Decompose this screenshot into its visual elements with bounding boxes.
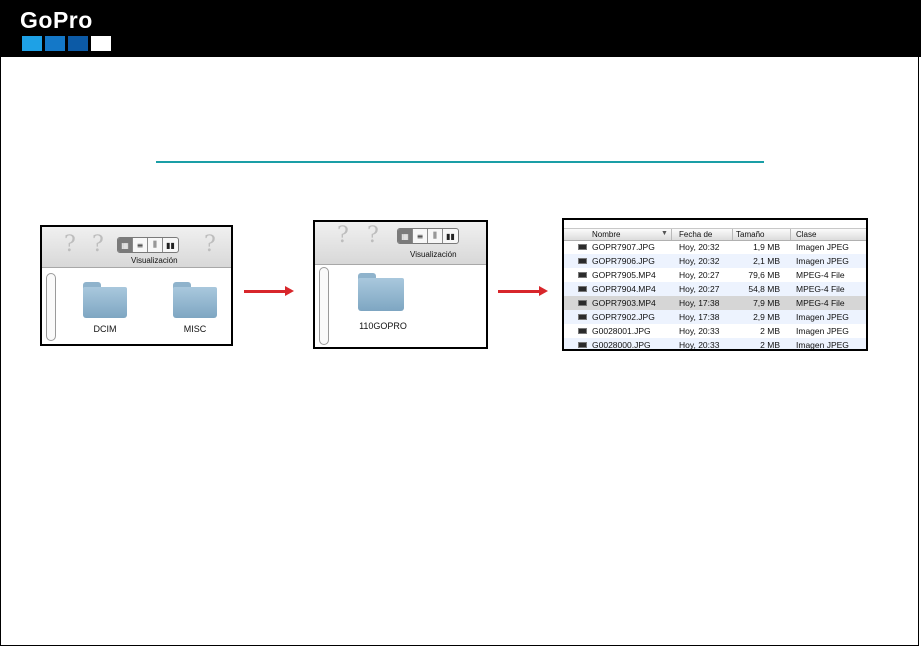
file-name: GOPR7905.MP4: [592, 270, 656, 280]
view-mode-control: ▦ ≡ ⫼ ▮▮: [117, 237, 179, 253]
file-name: GOPR7902.JPG: [592, 312, 655, 322]
file-name: G0028000.JPG: [592, 340, 651, 350]
file-name: GOPR7904.MP4: [592, 284, 656, 294]
file-kind: MPEG-4 File: [796, 284, 845, 294]
folder-icon[interactable]: [358, 273, 404, 311]
file-date: Hoy, 17:38: [679, 298, 720, 308]
arrow-right-icon: [244, 286, 294, 296]
file-name: GOPR7906.JPG: [592, 256, 655, 266]
view-label: Visualización: [131, 256, 178, 265]
coverflow-view-icon[interactable]: ▮▮: [163, 238, 178, 252]
logo-square-1: [22, 36, 42, 51]
file-thumbnail-icon: [578, 244, 587, 250]
vertical-scrollbar[interactable]: [319, 267, 329, 345]
vertical-scrollbar[interactable]: [46, 273, 56, 341]
view-label: Visualización: [410, 250, 457, 259]
file-name: GOPR7907.JPG: [592, 242, 655, 252]
file-row[interactable]: GOPR7907.JPG Hoy, 20:32 1,9 MB Imagen JPEG: [564, 240, 866, 254]
file-kind: MPEG-4 File: [796, 270, 845, 280]
file-row[interactable]: GOPR7902.JPG Hoy, 17:38 2,9 MB Imagen JPEG: [564, 310, 866, 324]
file-kind: Imagen JPEG: [796, 256, 849, 266]
cut-off-header-text: ▔▔▔▔▔▔▔▔▔▔▔▔: [754, 218, 828, 226]
finder-toolbar: ? ? ▦ ≡ ⫼ ▮▮ ? Visualización: [42, 227, 231, 268]
file-size: 2,1 MB: [753, 256, 780, 266]
file-row[interactable]: GOPR7906.JPG Hoy, 20:32 2,1 MB Imagen JPEG: [564, 254, 866, 268]
file-kind: MPEG-4 File: [796, 298, 845, 308]
file-name: G0028001.JPG: [592, 326, 651, 336]
folder-icon[interactable]: [173, 282, 217, 318]
finder-window-root: ? ? ▦ ≡ ⫼ ▮▮ ? Visualización DCIM MISC: [40, 225, 233, 346]
logo-square-3: [68, 36, 88, 51]
file-thumbnail-icon: [578, 272, 587, 278]
logo-square-4: [91, 36, 111, 51]
gopro-logo: GoPro: [20, 7, 116, 51]
list-view-icon[interactable]: ≡: [413, 229, 428, 243]
logo-square-2: [45, 36, 65, 51]
file-kind: Imagen JPEG: [796, 312, 849, 322]
column-view-icon[interactable]: ⫼: [428, 229, 443, 243]
file-row[interactable]: G0028000.JPG Hoy, 20:33 2 MB Imagen JPEG: [564, 338, 866, 350]
file-thumbnail-icon: [578, 300, 587, 306]
view-mode-control: ▦ ≡ ⫼ ▮▮: [397, 228, 459, 244]
file-size: 1,9 MB: [753, 242, 780, 252]
help-icon[interactable]: ?: [367, 225, 379, 247]
file-thumbnail-icon: [578, 314, 587, 320]
finder-toolbar: ? ? ▦ ≡ ⫼ ▮▮ Visualización: [315, 222, 486, 265]
folder-label-110gopro[interactable]: 110GOPRO: [353, 321, 413, 331]
column-view-icon[interactable]: ⫼: [148, 238, 163, 252]
file-size: 7,9 MB: [753, 298, 780, 308]
help-icon[interactable]: ?: [92, 234, 104, 256]
header-bar: GoPro: [0, 0, 921, 57]
icon-view-icon[interactable]: ▦: [118, 238, 133, 252]
folder-label-dcim[interactable]: DCIM: [83, 324, 127, 334]
arrow-right-icon: [498, 286, 548, 296]
sort-descending-icon[interactable]: ▼: [661, 230, 668, 237]
file-date: Hoy, 20:27: [679, 270, 720, 280]
finder-window-dcim: ? ? ▦ ≡ ⫼ ▮▮ Visualización 110GOPRO: [313, 220, 488, 349]
finder-list-window: ▔▔▔▔▔▔▔ ▔▔▔▔▔▔▔▔▔▔▔▔ Nombre ▼ Fecha de T…: [562, 218, 868, 351]
file-row[interactable]: GOPR7904.MP4 Hoy, 20:27 54,8 MB MPEG-4 File: [564, 282, 866, 296]
file-size: 79,6 MB: [748, 270, 780, 280]
coverflow-view-icon[interactable]: ▮▮: [443, 229, 458, 243]
folder-icon[interactable]: [83, 282, 127, 318]
list-view-icon[interactable]: ≡: [133, 238, 148, 252]
title-underline: [156, 161, 764, 163]
logo-wordmark: GoPro: [20, 7, 93, 33]
file-kind: Imagen JPEG: [796, 326, 849, 336]
file-date: Hoy, 20:32: [679, 256, 720, 266]
file-date: Hoy, 20:33: [679, 326, 720, 336]
file-size: 2,9 MB: [753, 312, 780, 322]
file-size: 54,8 MB: [748, 284, 780, 294]
help-icon[interactable]: ?: [64, 234, 76, 256]
cut-off-header-text: ▔▔▔▔▔▔▔: [622, 218, 666, 226]
file-name: GOPR7903.MP4: [592, 298, 656, 308]
file-date: Hoy, 20:33: [679, 340, 720, 350]
file-date: Hoy, 20:27: [679, 284, 720, 294]
file-kind: Imagen JPEG: [796, 242, 849, 252]
file-thumbnail-icon: [578, 342, 587, 348]
column-header-size[interactable]: Tamaño: [736, 230, 764, 239]
file-thumbnail-icon: [578, 328, 587, 334]
file-size: 2 MB: [760, 326, 780, 336]
file-row[interactable]: G0028001.JPG Hoy, 20:33 2 MB Imagen JPEG: [564, 324, 866, 338]
file-size: 2 MB: [760, 340, 780, 350]
column-header-kind[interactable]: Clase: [796, 230, 816, 239]
folder-label-misc[interactable]: MISC: [173, 324, 217, 334]
file-thumbnail-icon: [578, 286, 587, 292]
icon-view-icon[interactable]: ▦: [398, 229, 413, 243]
file-kind: Imagen JPEG: [796, 340, 849, 350]
column-header-name[interactable]: Nombre: [592, 230, 620, 239]
file-row[interactable]: GOPR7903.MP4 Hoy, 17:38 7,9 MB MPEG-4 File: [564, 296, 866, 310]
help-icon[interactable]: ?: [337, 225, 349, 247]
file-thumbnail-icon: [578, 258, 587, 264]
file-date: Hoy, 17:38: [679, 312, 720, 322]
file-date: Hoy, 20:32: [679, 242, 720, 252]
column-header-date[interactable]: Fecha de: [679, 230, 712, 239]
help-icon[interactable]: ?: [204, 234, 216, 256]
file-row[interactable]: GOPR7905.MP4 Hoy, 20:27 79,6 MB MPEG-4 File: [564, 268, 866, 282]
